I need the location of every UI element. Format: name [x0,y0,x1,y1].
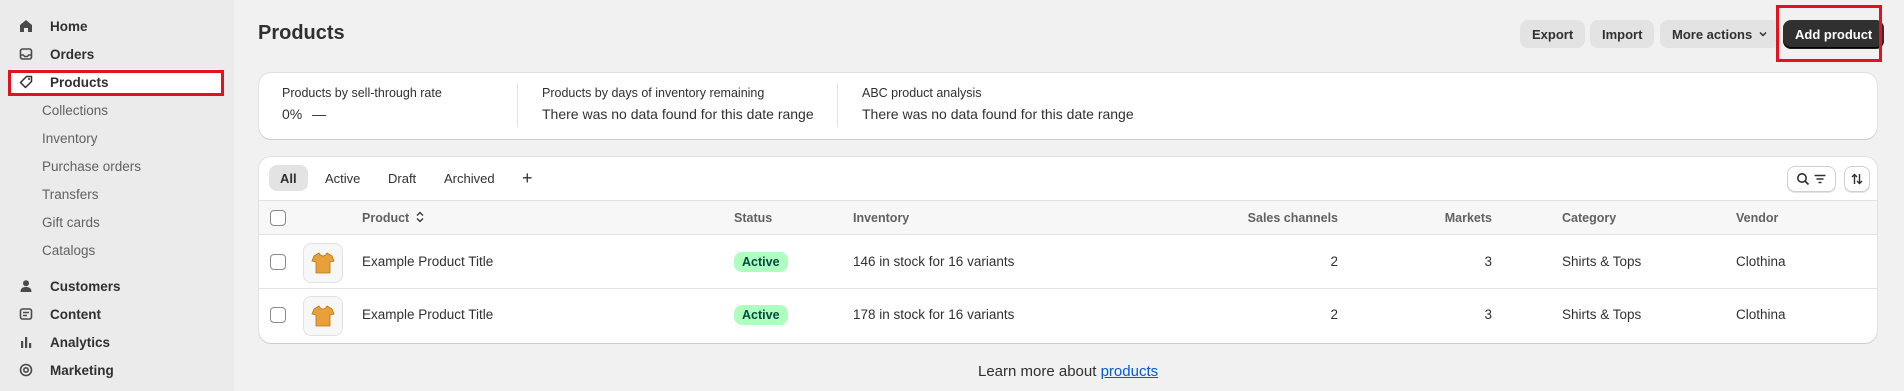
sidebar-item-label: Gift cards [42,214,100,230]
home-icon [18,18,34,34]
table-row[interactable]: Example Product Title Active 178 in stoc… [259,289,1877,342]
sidebar-item-label: Catalogs [42,242,96,258]
tag-icon [18,74,34,90]
metric-label: Products by sell-through rate [282,86,442,100]
sidebar-item-analytics[interactable]: Analytics [8,329,222,355]
column-label: Product [362,211,410,225]
search-icon [1796,172,1810,186]
sales-channels-cell: 2 [1330,254,1338,269]
table-header: Product Status Inventory Sales channels … [259,200,1877,235]
tab-all[interactable]: All [269,165,308,191]
add-view-button[interactable]: + [511,165,544,191]
column-header-status: Status [734,211,773,225]
import-button[interactable]: Import [1590,20,1655,48]
column-header-inventory: Inventory [853,211,910,225]
metric-value: 0% — [282,106,326,122]
sidebar-item-products[interactable]: Products [8,69,222,95]
sort-icon [1850,172,1864,186]
chevron-down-icon [1758,29,1768,39]
markets-cell: 3 [1484,254,1492,269]
sort-caret-icon [416,211,424,226]
more-actions-button[interactable]: More actions [1660,20,1781,48]
product-thumbnail [303,243,343,283]
sidebar-item-collections[interactable]: Collections [8,97,222,123]
tshirt-icon [311,305,335,327]
divider [837,83,838,127]
product-title-link[interactable]: Example Product Title [362,254,493,269]
metric-number: 0% [282,106,303,122]
page-title: Products [258,22,345,44]
more-actions-label: More actions [1672,26,1753,42]
add-product-button[interactable]: Add product [1783,20,1885,48]
status-badge: Active [734,305,788,325]
person-icon [18,278,34,294]
tab-draft[interactable]: Draft [377,165,427,191]
sidebar-item-label: Analytics [50,334,111,350]
sidebar-item-catalogs[interactable]: Catalogs [8,237,222,263]
content-icon [18,306,34,322]
filter-icon [1813,172,1827,186]
sidebar-item-label: Transfers [42,186,99,202]
sidebar-item-label: Orders [50,46,95,62]
divider [517,83,518,127]
vendor-cell: Clothina [1736,254,1786,269]
analytics-metrics-card: Products by sell-through rate 0% — Produ… [259,73,1877,139]
sidebar-item-label: Products [50,74,109,90]
inventory-cell: 178 in stock for 16 variants [853,307,1015,322]
vendor-cell: Clothina [1736,307,1786,322]
target-icon [18,362,34,378]
table-row[interactable]: Example Product Title Active 146 in stoc… [259,236,1877,289]
status-badge: Active [734,252,788,272]
column-header-vendor: Vendor [1736,211,1779,225]
column-header-sales-channels: Sales channels [1247,211,1338,225]
sidebar-item-gift-cards[interactable]: Gift cards [8,209,222,235]
markets-cell: 3 [1484,307,1492,322]
product-thumbnail [303,296,343,336]
sidebar-item-label: Collections [42,102,109,118]
sidebar: Home Orders Products Collections Invento… [0,0,234,391]
products-table-card: All Active Draft Archived + Product Stat… [259,157,1877,343]
select-all-checkbox[interactable] [270,210,286,226]
row-checkbox[interactable] [270,307,286,323]
sidebar-item-inventory[interactable]: Inventory [8,125,222,151]
metric-label: Products by days of inventory remaining [542,86,765,100]
sidebar-item-label: Customers [50,278,121,294]
search-filter-button[interactable] [1787,166,1836,192]
sidebar-item-marketing[interactable]: Marketing [8,357,222,383]
inbox-icon [18,46,34,62]
category-cell: Shirts & Tops [1562,307,1642,322]
sales-channels-cell: 2 [1330,307,1338,322]
tab-active[interactable]: Active [314,165,371,191]
export-button[interactable]: Export [1520,20,1586,48]
sidebar-item-label: Content [50,306,101,322]
metric-label: ABC product analysis [862,86,982,100]
sidebar-item-purchase-orders[interactable]: Purchase orders [8,153,222,179]
metric-trend: — [312,106,327,122]
inventory-cell: 146 in stock for 16 variants [853,254,1015,269]
row-checkbox[interactable] [270,254,286,270]
tab-archived[interactable]: Archived [433,165,506,191]
bar-chart-icon [18,334,34,350]
sort-button[interactable] [1844,166,1870,192]
metric-value: There was no data found for this date ra… [542,106,814,122]
sidebar-item-label: Marketing [50,362,114,378]
products-help-link[interactable]: products [1101,363,1159,380]
sidebar-item-label: Inventory [42,130,98,146]
learn-more-text: Learn more about products [978,363,1158,380]
product-title-link[interactable]: Example Product Title [362,307,493,322]
category-cell: Shirts & Tops [1562,254,1642,269]
sidebar-item-label: Home [50,18,88,34]
column-header-category: Category [1562,211,1617,225]
sidebar-item-home[interactable]: Home [8,13,222,39]
metric-value: There was no data found for this date ra… [862,106,1134,122]
learn-more-prefix: Learn more about [978,363,1101,380]
sidebar-item-transfers[interactable]: Transfers [8,181,222,207]
column-header-product[interactable]: Product [362,211,424,226]
sidebar-item-orders[interactable]: Orders [8,41,222,67]
tshirt-icon [311,252,335,274]
sidebar-item-label: Purchase orders [42,158,142,174]
column-header-markets: Markets [1444,211,1492,225]
sidebar-item-content[interactable]: Content [8,301,222,327]
sidebar-item-customers[interactable]: Customers [8,273,222,299]
